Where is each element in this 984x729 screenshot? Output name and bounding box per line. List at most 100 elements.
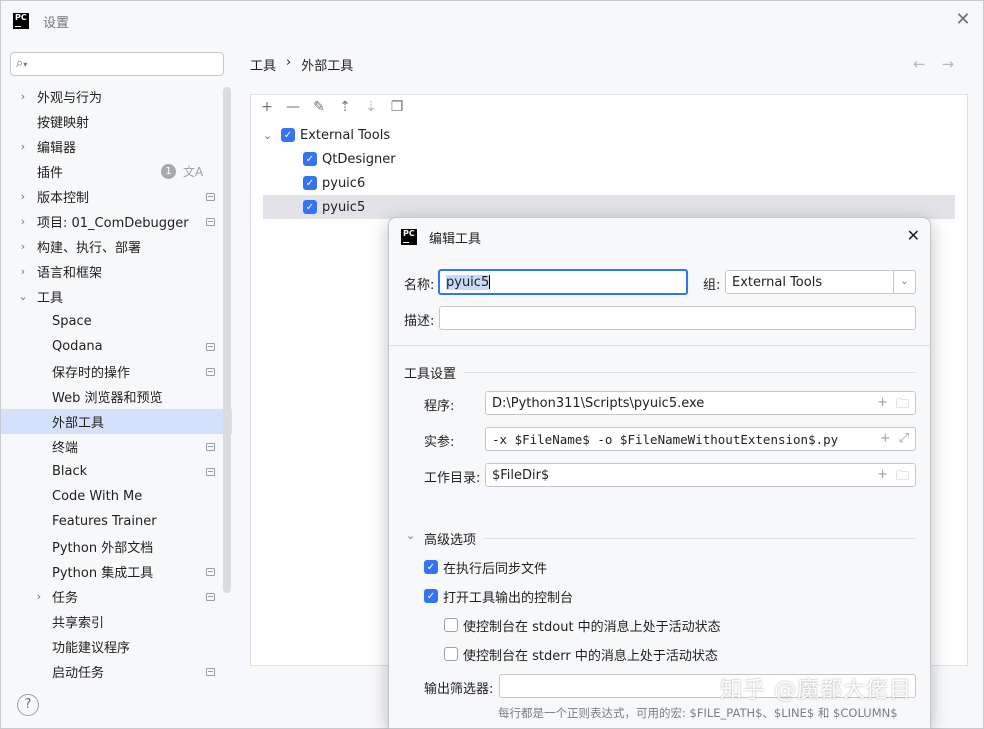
sidebar-item-space[interactable]: Space xyxy=(1,309,232,334)
chevron-right-icon: › xyxy=(20,265,26,278)
folder-icon[interactable]: 🗀 xyxy=(896,395,909,414)
breadcrumb-parent[interactable]: 工具 xyxy=(250,55,276,74)
search-input[interactable]: ⌕▾ xyxy=(10,52,224,76)
insert-macro-icon[interactable]: + xyxy=(877,395,888,414)
update-count-badge: 1 xyxy=(161,164,176,179)
project-scope-icon xyxy=(206,467,215,476)
sidebar-item-web-browsers[interactable]: Web 浏览器和预览 xyxy=(1,384,232,409)
chevron-down-icon[interactable]: ⌄ xyxy=(263,129,281,142)
sidebar-item-tools[interactable]: ⌄ 工具 xyxy=(1,284,232,309)
sidebar-item-editor[interactable]: › 编辑器 xyxy=(1,134,232,159)
tree-group-external-tools[interactable]: ⌄ ✓ External Tools xyxy=(263,123,955,147)
translate-icon: 文A xyxy=(183,165,204,179)
expand-icon[interactable]: ⤢ xyxy=(899,431,909,446)
sidebar-item-terminal[interactable]: 终端 xyxy=(1,434,232,459)
checkbox-unchecked-icon[interactable] xyxy=(444,618,458,632)
breadcrumb-separator: › xyxy=(286,55,292,70)
edit-tool-dialog: PC 编辑工具 ✕ 名称: pyuic5 组: External Tools ⌄… xyxy=(388,217,931,729)
description-label: 描述: xyxy=(404,314,435,329)
sidebar-item-features-trainer[interactable]: Features Trainer xyxy=(1,509,232,534)
window-title: 设置 xyxy=(43,16,70,31)
name-label: 名称: xyxy=(404,278,435,293)
forward-arrow-icon[interactable]: → xyxy=(942,55,955,73)
checkbox-unchecked-icon[interactable] xyxy=(444,647,458,661)
checkbox-checked-icon[interactable]: ✓ xyxy=(303,200,317,214)
advanced-options-heading[interactable]: 高级选项 xyxy=(424,529,476,548)
help-button[interactable]: ? xyxy=(17,694,39,716)
tree-item-pyuic5[interactable]: ✓ pyuic5 xyxy=(263,195,955,219)
sidebar-item-code-with-me[interactable]: Code With Me xyxy=(1,484,232,509)
back-arrow-icon[interactable]: ← xyxy=(913,55,926,73)
copy-icon[interactable]: ❐ xyxy=(387,99,407,115)
insert-macro-icon[interactable]: + xyxy=(880,431,891,446)
description-input[interactable] xyxy=(439,306,916,330)
checkbox-checked-icon[interactable]: ✓ xyxy=(281,128,295,142)
group-select[interactable]: External Tools ⌄ xyxy=(725,270,916,294)
checkbox-checked-icon[interactable]: ✓ xyxy=(303,176,317,190)
checkbox-checked-icon[interactable]: ✓ xyxy=(303,152,317,166)
chevron-right-icon: › xyxy=(36,590,42,603)
history-nav: ← → xyxy=(913,55,954,73)
name-input[interactable]: pyuic5 xyxy=(438,269,688,295)
insert-macro-icon[interactable]: + xyxy=(877,467,888,486)
output-filter-label: 输出筛选器: xyxy=(424,682,494,697)
working-dir-label: 工作目录: xyxy=(424,471,481,486)
remove-icon[interactable]: — xyxy=(283,99,303,115)
sidebar-scrollbar[interactable] xyxy=(223,87,231,593)
tool-settings-heading: 工具设置 xyxy=(404,367,457,382)
sidebar-item-tasks[interactable]: › 任务 xyxy=(1,584,232,609)
checkbox-checked-icon[interactable]: ✓ xyxy=(424,589,438,603)
stderr-active-checkbox[interactable]: 使控制台在 stderr 中的消息上处于活动状态 xyxy=(444,642,718,666)
sidebar-item-python-tools[interactable]: Python 集成工具 xyxy=(1,559,232,584)
chevron-right-icon: › xyxy=(20,215,26,228)
chevron-right-icon: › xyxy=(20,190,26,203)
edit-icon[interactable]: ✎ xyxy=(309,99,329,115)
settings-sidebar: › 外观与行为 按键映射 › 编辑器 插件 1 文A › 版本控制 › 项目: 01_Com… xyxy=(1,84,232,684)
sidebar-item-build[interactable]: › 构建、执行、部署 xyxy=(1,234,232,259)
chevron-down-icon: ⌄ xyxy=(18,290,28,303)
project-scope-icon xyxy=(206,442,215,451)
pycharm-logo: PC xyxy=(13,13,29,29)
program-input[interactable]: D:\Python311\Scripts\pyuic5.exe + 🗀 xyxy=(485,391,916,415)
sidebar-item-startup-tasks[interactable]: 启动任务 xyxy=(1,659,232,684)
sidebar-item-plugins[interactable]: 插件 1 文A xyxy=(1,159,232,184)
add-icon[interactable]: + xyxy=(257,99,277,115)
sidebar-item-languages[interactable]: › 语言和框架 xyxy=(1,259,232,284)
project-scope-icon xyxy=(206,217,215,226)
stdout-active-checkbox[interactable]: 使控制台在 stdout 中的消息上处于活动状态 xyxy=(444,613,721,637)
sidebar-item-feature-suggester[interactable]: 功能建议程序 xyxy=(1,634,232,659)
arguments-input[interactable]: -x $FileName$ -o $FileNameWithoutExtensi… xyxy=(485,427,916,451)
project-scope-icon xyxy=(206,367,215,376)
pycharm-logo: PC xyxy=(401,229,417,245)
sidebar-item-actions-on-save[interactable]: 保存时的操作 xyxy=(1,359,232,384)
folder-icon[interactable]: 🗀 xyxy=(896,467,909,486)
chevron-down-icon[interactable]: ⌄ xyxy=(893,271,915,293)
chevron-right-icon: › xyxy=(20,140,26,153)
move-up-icon[interactable]: ⇡ xyxy=(335,99,355,115)
sidebar-item-vcs[interactable]: › 版本控制 xyxy=(1,184,232,209)
sidebar-item-appearance[interactable]: › 外观与行为 xyxy=(1,84,232,109)
arguments-label: 实参: xyxy=(424,435,455,450)
working-dir-input[interactable]: $FileDir$ + 🗀 xyxy=(485,463,916,487)
project-scope-icon xyxy=(206,567,215,576)
chevron-down-icon[interactable]: ⌄ xyxy=(406,529,415,542)
close-icon[interactable]: ✕ xyxy=(907,226,920,245)
sidebar-item-black[interactable]: Black xyxy=(1,459,232,484)
dialog-title: 编辑工具 xyxy=(429,232,482,247)
divider xyxy=(483,538,916,539)
close-icon[interactable]: ✕ xyxy=(953,11,973,31)
move-down-icon[interactable]: ⇣ xyxy=(361,99,381,115)
sidebar-item-qodana[interactable]: Qodana xyxy=(1,334,232,359)
sidebar-item-external-tools[interactable]: 外部工具 xyxy=(1,409,232,434)
sidebar-item-python-docs[interactable]: Python 外部文档 xyxy=(1,534,232,559)
chevron-right-icon: › xyxy=(20,90,26,103)
tree-item-pyuic6[interactable]: ✓ pyuic6 xyxy=(303,171,955,195)
sidebar-item-project[interactable]: › 项目: 01_ComDebugger xyxy=(1,209,232,234)
sidebar-item-keymap[interactable]: 按键映射 xyxy=(1,109,232,134)
tools-toolbar: + — ✎ ⇡ ⇣ ❐ xyxy=(251,95,967,119)
open-console-checkbox[interactable]: ✓ 打开工具输出的控制台 xyxy=(424,584,573,608)
checkbox-checked-icon[interactable]: ✓ xyxy=(424,560,438,574)
sync-files-checkbox[interactable]: ✓ 在执行后同步文件 xyxy=(424,555,547,579)
sidebar-item-shared-indexes[interactable]: 共享索引 xyxy=(1,609,232,634)
tree-item-qtdesigner[interactable]: ✓ QtDesigner xyxy=(303,147,955,171)
